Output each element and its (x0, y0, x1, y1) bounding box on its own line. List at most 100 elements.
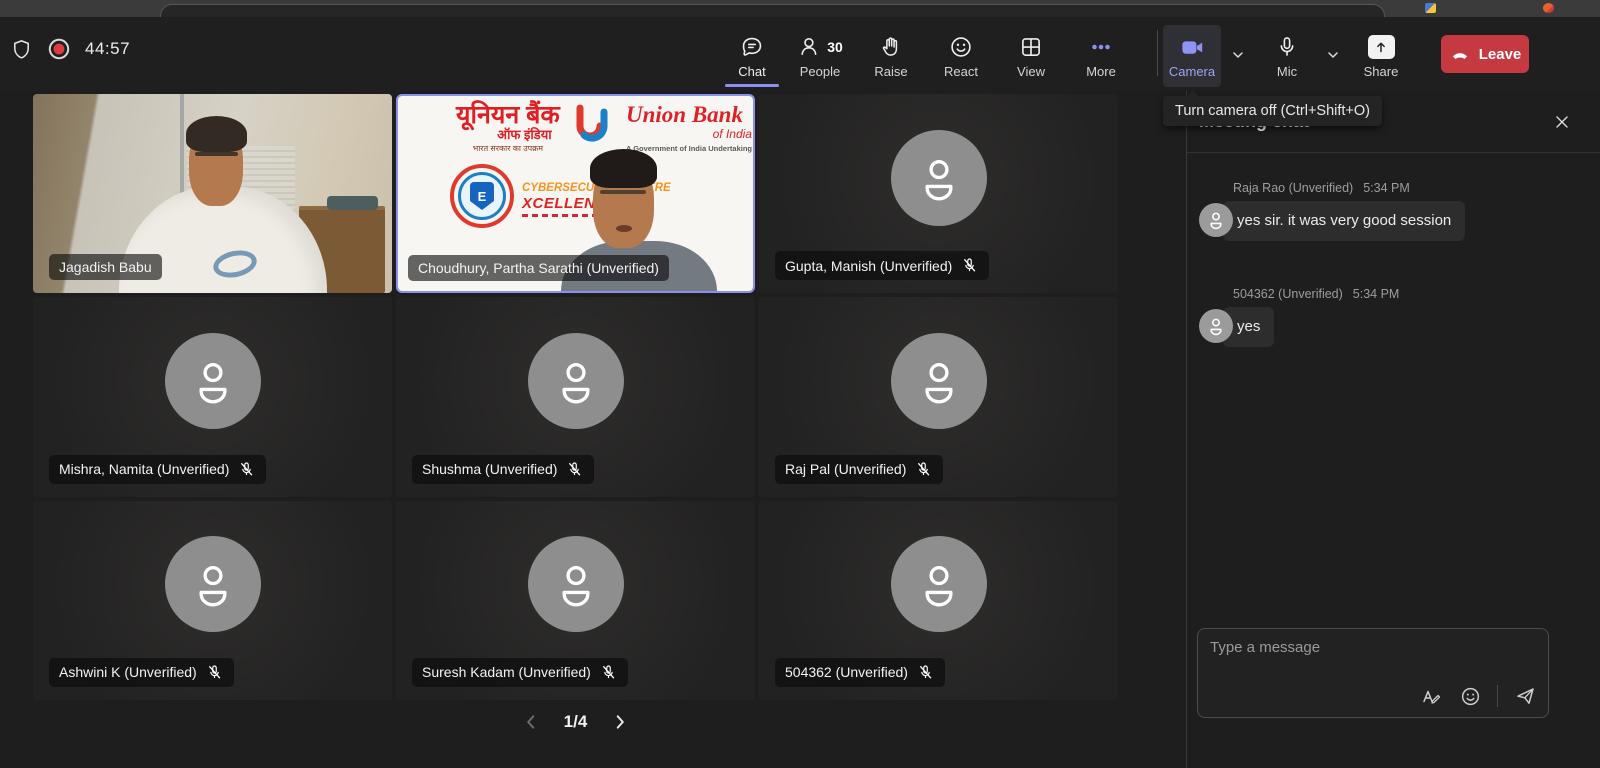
toolbar-divider (1157, 30, 1158, 76)
tab-people-label: People (800, 64, 840, 79)
video-tile-gupta-manish[interactable]: Gupta, Manish (Unverified) (759, 94, 1118, 293)
page-indicator: 1/4 (564, 712, 588, 732)
teams-meeting-window: 44:57 Chat 30 People Raise React (0, 0, 1600, 768)
grid-pagination: 1/4 (33, 712, 1118, 732)
video-tile-mishra-namita[interactable]: Mishra, Namita (Unverified) (33, 297, 392, 496)
cybersecurity-centre-logo: E (450, 164, 514, 228)
leave-button[interactable]: Leave (1441, 35, 1529, 73)
react-smiley-icon (948, 34, 974, 60)
video-tile-jagadish-babu[interactable]: Jagadish Babu (33, 94, 392, 293)
video-tile-504362[interactable]: 504362 (Unverified) (759, 501, 1118, 700)
camera-icon (1179, 34, 1206, 61)
video-grid: Jagadish Babu यूनियन बैंक ऑफ इंडिया भारत… (33, 94, 1118, 700)
meeting-toolbar: 44:57 Chat 30 People Raise React (0, 17, 1600, 91)
tab-view-label: View (1017, 64, 1045, 79)
union-bank-logo (566, 102, 618, 153)
participant-avatar (891, 536, 987, 632)
hangup-icon (1449, 43, 1471, 65)
emoji-button[interactable] (1457, 683, 1483, 709)
camera-label: Camera (1169, 64, 1215, 79)
format-button[interactable] (1417, 683, 1443, 709)
message-avatar (1199, 309, 1233, 343)
browser-profile-icon[interactable] (1543, 3, 1554, 13)
people-icon (797, 34, 823, 60)
participant-name-pill: Raj Pal (Unverified) (775, 455, 943, 484)
mic-off-icon (599, 663, 618, 682)
participant-name-pill: Choudhury, Partha Sarathi (Unverified) (408, 255, 669, 281)
share-icon (1368, 35, 1395, 59)
union-bank-hindi-tagline: भारत सरकार का उपक्रम (456, 145, 560, 153)
chat-composer (1197, 628, 1549, 718)
video-tile-ashwini-k[interactable]: Ashwini K (Unverified) (33, 501, 392, 700)
participant-avatar (891, 333, 987, 429)
union-bank-hindi-title: यूनियन बैंक (456, 102, 560, 128)
mic-off-icon (237, 460, 256, 479)
chat-icon (739, 34, 765, 60)
view-grid-icon (1018, 34, 1044, 60)
tab-chat[interactable]: Chat (721, 25, 783, 87)
share-label: Share (1364, 64, 1399, 79)
page-previous-button[interactable] (522, 713, 540, 731)
tab-raise-label: Raise (874, 64, 907, 79)
chat-message: 504362 (Unverified)5:34 PM yes (1197, 287, 1527, 347)
raise-hand-icon (878, 34, 904, 60)
participant-name-pill: Shushma (Unverified) (412, 455, 594, 484)
meeting-info: 44:57 (10, 37, 130, 61)
message-time: 5:34 PM (1363, 181, 1410, 195)
mic-off-icon (960, 256, 979, 275)
participant-name-pill: Mishra, Namita (Unverified) (49, 455, 266, 484)
union-bank-hindi-subtitle: ऑफ इंडिया (456, 128, 560, 142)
participant-avatar (165, 333, 261, 429)
union-bank-tagline: A Government of India Undertaking (626, 145, 752, 153)
message-author: 504362 (Unverified) (1233, 287, 1343, 301)
mic-icon (1274, 34, 1300, 60)
video-tile-choudhury-partha-sarathi[interactable]: यूनियन बैंक ऑफ इंडिया भारत सरकार का उपक्… (396, 94, 755, 293)
tab-raise[interactable]: Raise (860, 25, 922, 87)
video-tile-suresh-kadam[interactable]: Suresh Kadam (Unverified) (396, 501, 755, 700)
chat-message: Raja Rao (Unverified)5:34 PM yes sir. it… (1197, 181, 1527, 241)
leave-label: Leave (1479, 46, 1522, 63)
participant-name-pill: Ashwini K (Unverified) (49, 658, 234, 687)
camera-options-chevron[interactable] (1226, 43, 1250, 67)
record-icon (47, 37, 71, 61)
send-icon (1513, 684, 1537, 708)
participant-avatar (528, 536, 624, 632)
message-meta: 504362 (Unverified)5:34 PM (1233, 287, 1527, 301)
tab-more[interactable]: More (1070, 25, 1132, 87)
tab-more-label: More (1086, 64, 1116, 79)
tab-react[interactable]: React (930, 25, 992, 87)
participant-name-pill: 504362 (Unverified) (775, 658, 945, 687)
union-bank-name-sub: of India (626, 128, 752, 140)
message-author: Raja Rao (Unverified) (1233, 181, 1353, 195)
mic-button[interactable]: Mic (1258, 25, 1316, 87)
participant-name-pill: Gupta, Manish (Unverified) (775, 251, 989, 280)
browser-address-bar[interactable] (160, 4, 1385, 18)
video-tile-raj-pal[interactable]: Raj Pal (Unverified) (759, 297, 1118, 496)
mic-label: Mic (1277, 64, 1297, 79)
share-button[interactable]: Share (1352, 25, 1410, 87)
send-button[interactable] (1512, 683, 1538, 709)
mic-off-icon (914, 460, 933, 479)
mic-options-chevron[interactable] (1321, 43, 1345, 67)
message-input[interactable] (1210, 639, 1536, 656)
camera-button[interactable]: Camera (1163, 25, 1221, 87)
people-count-badge: 30 (827, 39, 843, 55)
composer-divider (1497, 685, 1498, 707)
format-icon (1418, 684, 1442, 708)
camera-tooltip: Turn camera off (Ctrl+Shift+O) (1163, 96, 1382, 126)
video-tile-shushma[interactable]: Shushma (Unverified) (396, 297, 755, 496)
tab-view[interactable]: View (1000, 25, 1062, 87)
browser-top-strip (0, 0, 1600, 17)
tab-react-label: React (944, 64, 978, 79)
page-next-button[interactable] (611, 713, 629, 731)
tab-people[interactable]: 30 People (786, 25, 854, 87)
message-meta: Raja Rao (Unverified) 5:34 PM (1233, 181, 1527, 195)
union-bank-name: Union Bank (626, 103, 752, 126)
close-chat-button[interactable] (1548, 108, 1576, 136)
meeting-chat-panel: Meeting chat Raja Rao (Unverified)5:34 P… (1186, 91, 1600, 768)
browser-extension-icon[interactable] (1425, 3, 1436, 13)
mic-off-icon (205, 663, 224, 682)
participant-avatar (528, 333, 624, 429)
message-avatar (1199, 203, 1233, 237)
meeting-timer: 44:57 (85, 39, 130, 59)
